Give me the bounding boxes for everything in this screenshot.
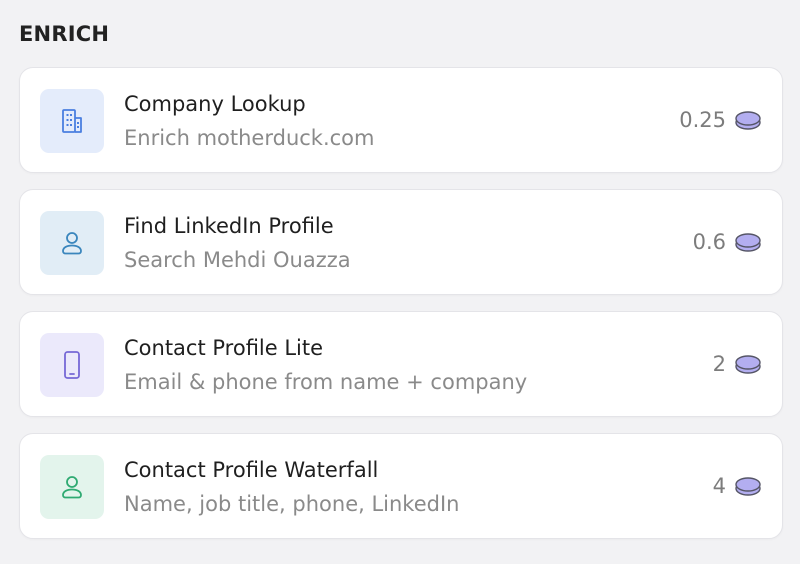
card-subtitle: Enrich motherduck.com <box>124 126 375 150</box>
credit-cost-value: 0.25 <box>679 108 726 132</box>
credit-cost-value: 4 <box>712 474 726 498</box>
card-title: Contact Profile Lite <box>124 336 324 360</box>
card-title: Find LinkedIn Profile <box>124 214 334 238</box>
section-title: ENRICH <box>19 22 110 46</box>
credit-cost-value: 0.6 <box>692 230 726 254</box>
action-card-find-linkedin-profile[interactable]: Find LinkedIn Profile Search Mehdi Ouazz… <box>19 189 783 295</box>
card-subtitle: Email & phone from name + company <box>124 370 528 394</box>
icon-container <box>40 455 104 519</box>
credit-cost-value: 2 <box>712 352 726 376</box>
icon-container <box>40 211 104 275</box>
coin-icon <box>735 111 761 130</box>
coin-icon <box>735 233 761 252</box>
action-card-company-lookup[interactable]: Company Lookup Enrich motherduck.com 0.2… <box>19 67 783 173</box>
user-icon <box>62 232 82 255</box>
user-icon <box>62 476 82 499</box>
icon-container <box>40 333 104 397</box>
credit-cost: 2 <box>713 312 762 416</box>
card-title: Contact Profile Waterfall <box>124 458 379 482</box>
action-card-contact-profile-waterfall[interactable]: Contact Profile Waterfall Name, job titl… <box>19 433 783 539</box>
coin-icon <box>735 355 761 374</box>
credit-cost: 0.25 <box>679 68 762 172</box>
card-subtitle: Name, job title, phone, LinkedIn <box>124 492 460 516</box>
card-title: Company Lookup <box>124 92 306 116</box>
credit-cost: 0.6 <box>693 190 762 294</box>
icon-container <box>40 89 104 153</box>
coin-icon <box>735 477 761 496</box>
building-icon <box>62 109 82 133</box>
action-card-contact-profile-lite[interactable]: Contact Profile Lite Email & phone from … <box>19 311 783 417</box>
smartphone-icon <box>64 351 80 379</box>
card-subtitle: Search Mehdi Ouazza <box>124 248 351 272</box>
credit-cost: 4 <box>713 434 762 538</box>
